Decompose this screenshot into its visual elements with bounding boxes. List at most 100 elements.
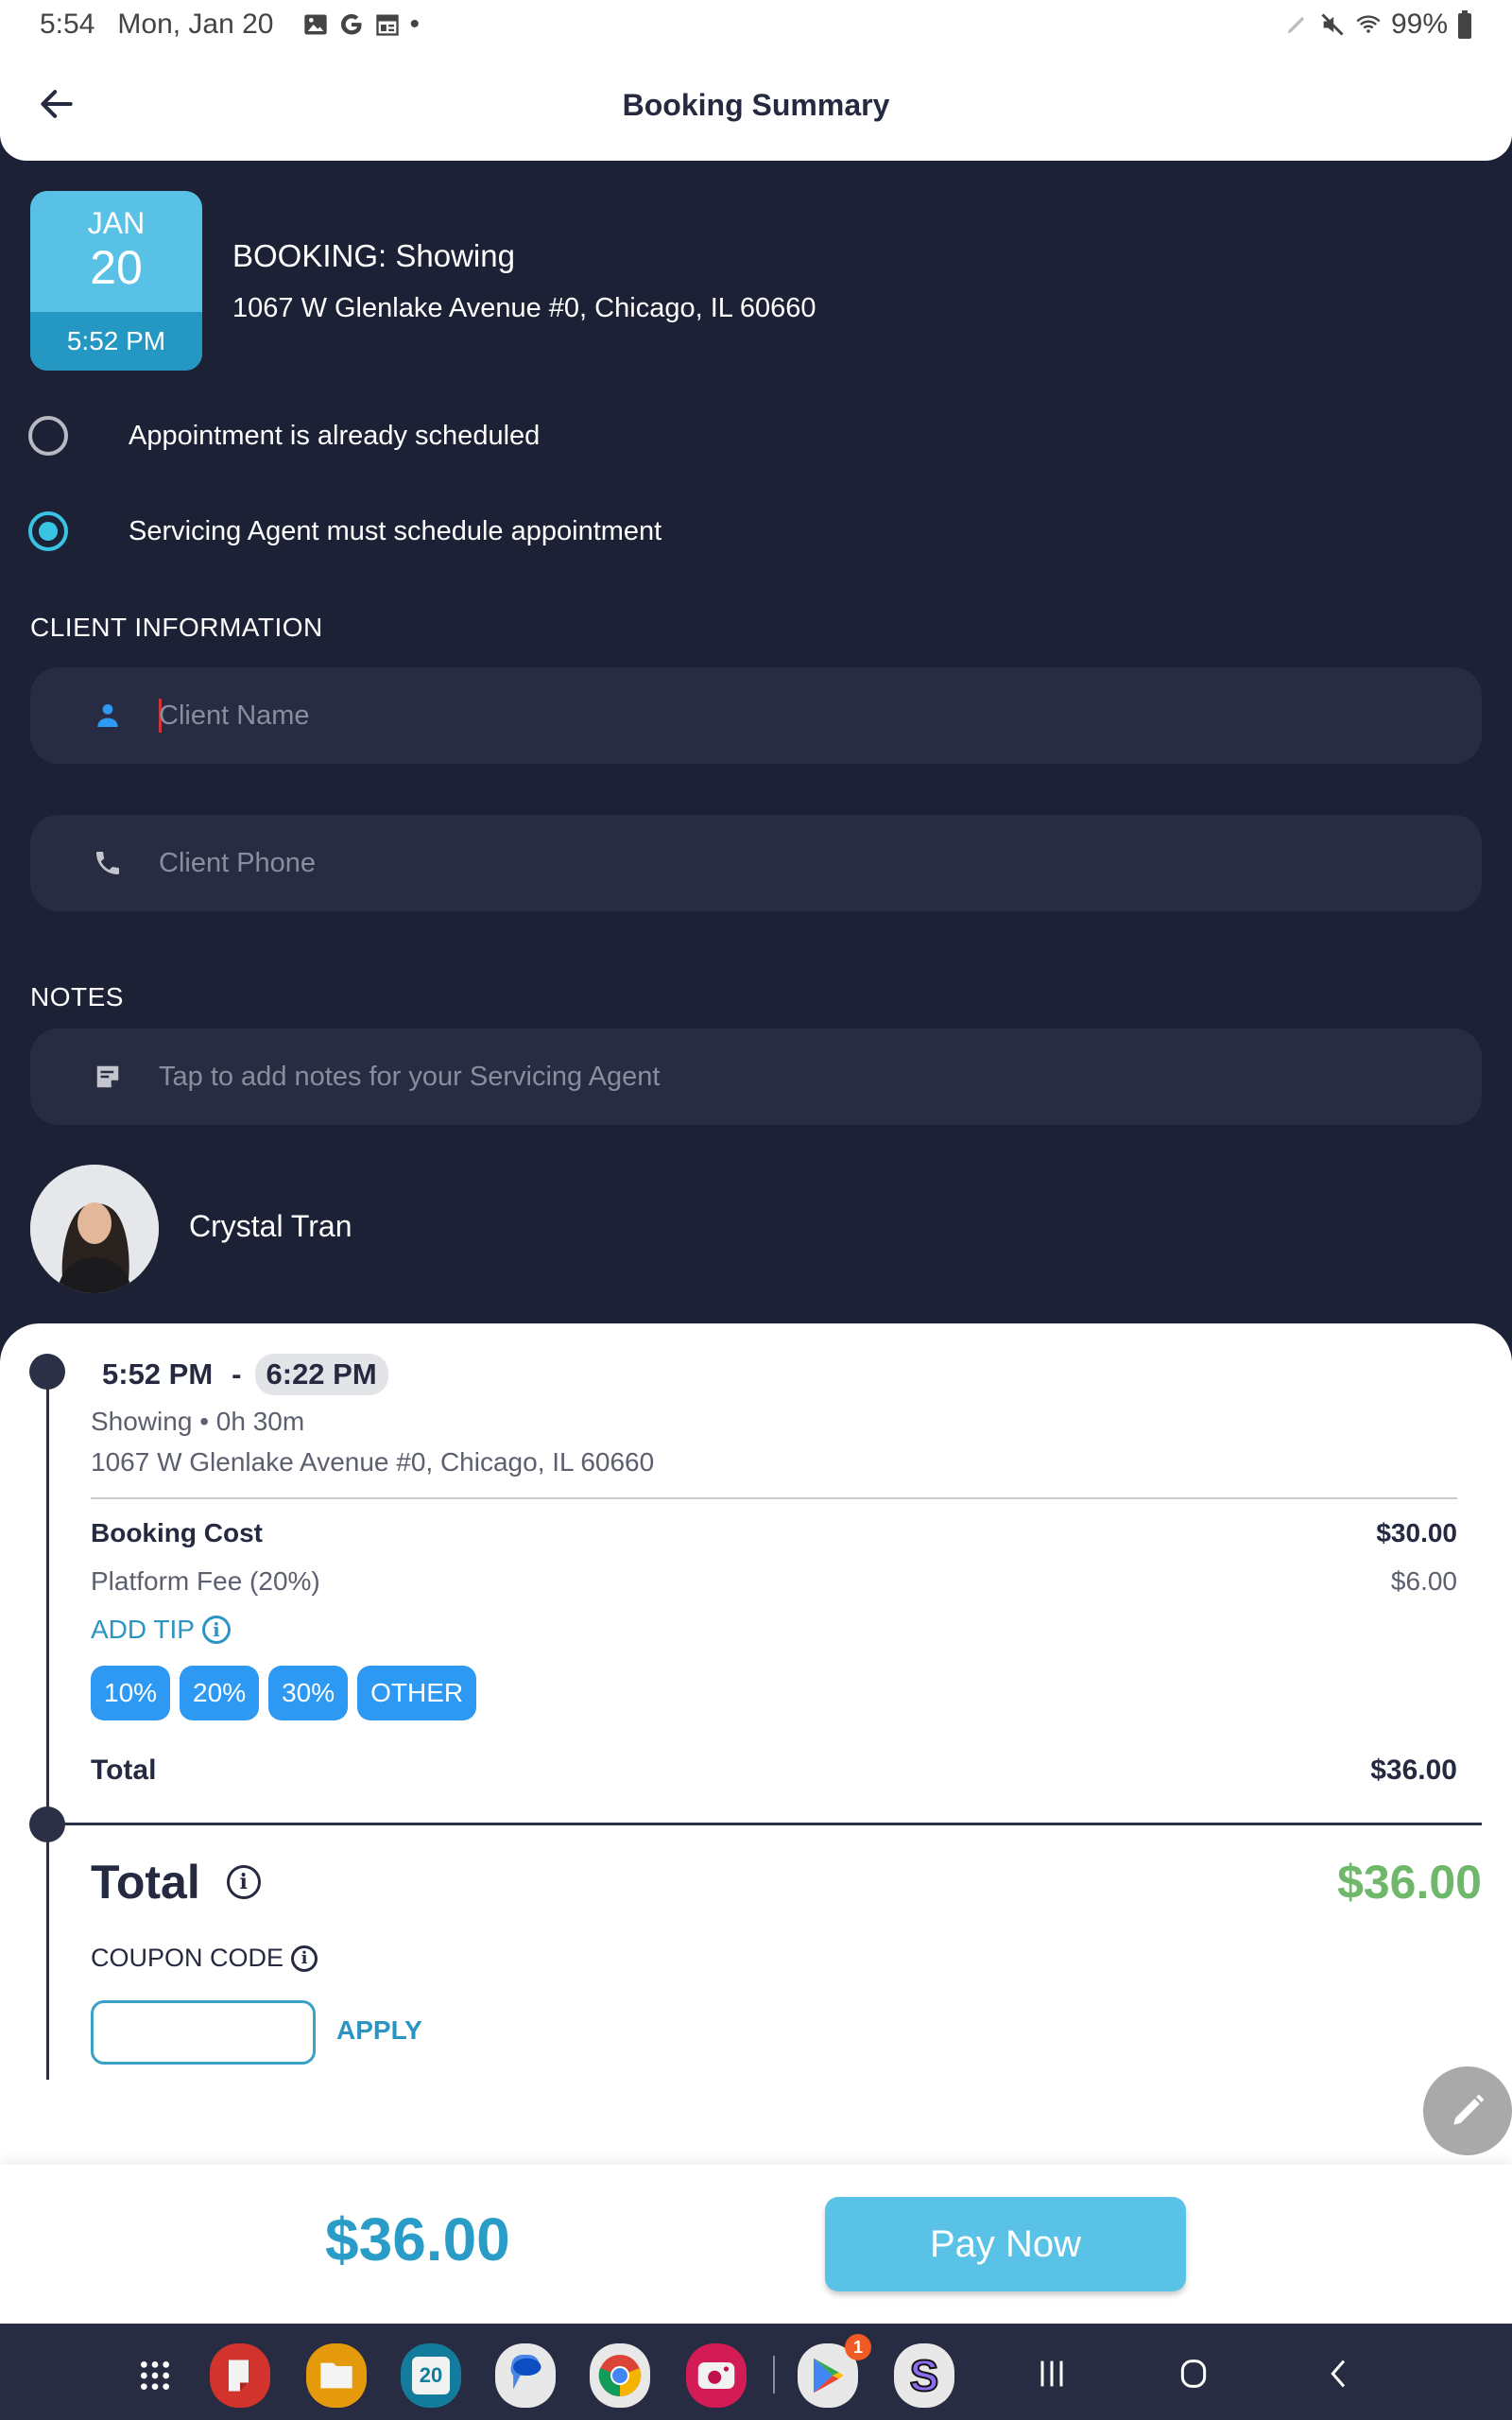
line-item-value: $30.00: [1376, 1518, 1457, 1547]
my-files-icon[interactable]: [306, 2343, 367, 2408]
date-tile: JAN 20 5:52 PM: [30, 191, 202, 371]
mute-icon: [1321, 13, 1344, 36]
app-drawer-icon[interactable]: [125, 2343, 185, 2408]
gallery-icon: [303, 14, 327, 35]
tip-30-button[interactable]: 30%: [268, 1666, 349, 1720]
messages-icon[interactable]: [495, 2343, 556, 2408]
arrow-left-icon[interactable]: [36, 83, 77, 125]
google-icon: [340, 14, 361, 35]
wifi-icon: [1356, 15, 1381, 33]
tip-10-button[interactable]: 10%: [91, 1666, 171, 1720]
timeline-start-dot: [29, 1354, 65, 1390]
status-bar: 5:54 Mon, Jan 20 • 99%: [0, 0, 1512, 49]
divider: [49, 1823, 1482, 1825]
booking-time: 5:52 PM: [30, 312, 202, 371]
recents-icon[interactable]: [1028, 2350, 1075, 2397]
news-icon: [375, 14, 399, 36]
line-item-value: $6.00: [1390, 1566, 1457, 1596]
option-agent-must-schedule[interactable]: Servicing Agent must schedule appointmen…: [28, 511, 662, 551]
notes-field[interactable]: Tap to add notes for your Servicing Agen…: [30, 1028, 1482, 1125]
meta-bullet: •: [199, 1407, 209, 1436]
option-already-scheduled[interactable]: Appointment is already scheduled: [28, 416, 540, 456]
coupon-label: COUPON CODE: [91, 1944, 284, 1972]
status-time: 5:54: [40, 9, 95, 40]
line-item-label: Platform Fee (20%): [91, 1566, 320, 1596]
chrome-icon[interactable]: [590, 2343, 650, 2408]
agent-name: Crystal Tran: [189, 1209, 352, 1243]
agent-avatar: [30, 1165, 159, 1293]
apply-coupon-button[interactable]: APPLY: [336, 2015, 422, 2046]
battery-icon: [1458, 10, 1471, 39]
info-icon[interactable]: i: [291, 1945, 318, 1972]
note-icon: [89, 1058, 127, 1096]
edit-fab-button[interactable]: [1423, 2066, 1512, 2155]
tip-options: 10% 20% 30% OTHER: [91, 1666, 477, 1720]
client-name-placeholder: Client Name: [159, 700, 310, 731]
subtotal-value: $36.00: [1370, 1754, 1457, 1786]
time-separator: -: [232, 1357, 242, 1391]
samsung-notes-icon[interactable]: [210, 2343, 270, 2408]
booking-summary-sheet: 5:52 PM - 6:22 PM Showing • 0h 30m 1067 …: [0, 1323, 1512, 2174]
timeline-line: [46, 1371, 49, 2080]
app-header: Booking Summary: [0, 49, 1512, 161]
grand-total-value: $36.00: [1337, 1856, 1482, 1909]
pay-now-button[interactable]: Pay Now: [825, 2197, 1186, 2291]
service-type: Showing: [91, 1407, 193, 1436]
add-tip-link[interactable]: ADD TIP i: [91, 1615, 231, 1645]
back-icon[interactable]: [1315, 2350, 1363, 2397]
booking-month: JAN: [87, 206, 146, 240]
play-store-icon[interactable]: 1: [798, 2334, 871, 2408]
pencil-icon: [1453, 2094, 1485, 2125]
end-time-chip: 6:22 PM: [254, 1354, 388, 1395]
time-range: 5:52 PM - 6:22 PM: [102, 1354, 388, 1395]
pay-amount: $36.00: [325, 2205, 510, 2273]
coupon-label-group: COUPON CODE i: [91, 1944, 318, 1973]
screen-recorder-icon[interactable]: [686, 2343, 747, 2408]
battery-percent: 99%: [1390, 9, 1448, 40]
booking-day: 20: [90, 241, 143, 294]
s-app-icon[interactable]: S: [894, 2343, 954, 2408]
pay-bar: $36.00 Pay Now: [0, 2165, 1512, 2324]
stylus-icon: [1287, 16, 1305, 34]
radio-unchecked[interactable]: [28, 416, 68, 456]
info-icon[interactable]: i: [226, 1865, 261, 1899]
subtotal-row: Total $36.00: [91, 1754, 1457, 1787]
grand-total-label-group: Total i: [91, 1855, 261, 1910]
taskbar-divider: [773, 2356, 775, 2394]
divider: [91, 1497, 1457, 1499]
service-meta: Showing • 0h 30m: [91, 1407, 304, 1437]
notification-badge: 1: [845, 2334, 871, 2360]
booking-title: BOOKING: Showing: [232, 238, 515, 273]
home-icon[interactable]: [1170, 2350, 1217, 2397]
calendar-date: 20: [412, 2357, 450, 2394]
more-notifications-dot: •: [409, 9, 421, 40]
client-phone-field[interactable]: Client Phone: [30, 815, 1482, 911]
radio-checked[interactable]: [28, 511, 68, 551]
info-icon[interactable]: i: [201, 1616, 231, 1644]
person-icon: [89, 697, 127, 735]
page-title: Booking Summary: [622, 87, 890, 122]
add-tip-label: ADD TIP: [91, 1615, 195, 1644]
service-duration: 0h 30m: [215, 1407, 305, 1436]
radio-label: Servicing Agent must schedule appointmen…: [129, 515, 662, 546]
taskbar: 20 1 S: [0, 2324, 1512, 2420]
client-name-field[interactable]: Client Name: [30, 667, 1482, 764]
client-information-heading: CLIENT INFORMATION: [30, 613, 323, 642]
tip-other-button[interactable]: OTHER: [357, 1666, 477, 1720]
line-item-booking-cost: Booking Cost $30.00: [91, 1518, 1457, 1548]
subtotal-label: Total: [91, 1754, 157, 1786]
tip-20-button[interactable]: 20%: [180, 1666, 260, 1720]
service-address: 1067 W Glenlake Avenue #0, Chicago, IL 6…: [91, 1447, 655, 1477]
booking-address: 1067 W Glenlake Avenue #0, Chicago, IL 6…: [232, 293, 816, 323]
status-date: Mon, Jan 20: [117, 9, 274, 40]
calendar-icon[interactable]: 20: [401, 2343, 461, 2408]
line-item-platform-fee: Platform Fee (20%) $6.00: [91, 1566, 1457, 1597]
client-phone-placeholder: Client Phone: [159, 847, 317, 878]
s-app-label: S: [909, 2350, 940, 2401]
coupon-code-input[interactable]: [91, 2000, 316, 2065]
phone-icon: [89, 844, 127, 882]
radio-label: Appointment is already scheduled: [129, 420, 541, 451]
notes-placeholder: Tap to add notes for your Servicing Agen…: [159, 1061, 661, 1092]
notes-heading: NOTES: [30, 982, 124, 1011]
start-time: 5:52 PM: [102, 1357, 214, 1391]
